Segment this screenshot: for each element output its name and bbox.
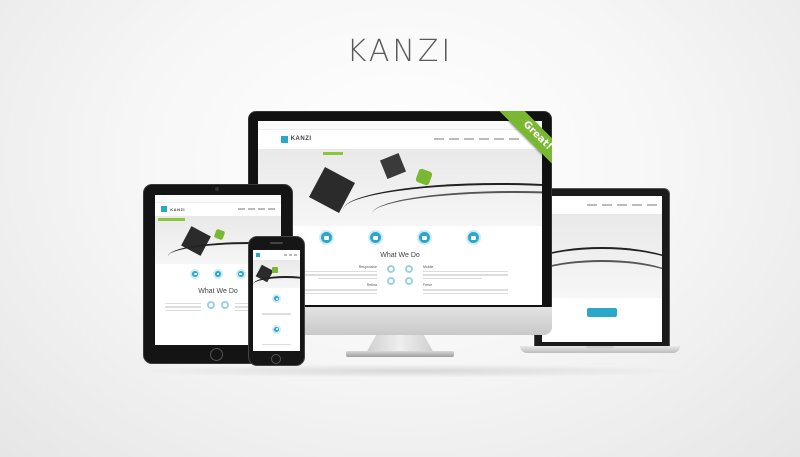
- phone-device: [248, 236, 305, 366]
- feature-icon: [405, 276, 413, 285]
- laptop-notch: [586, 346, 614, 349]
- floor-shadow: [130, 364, 690, 378]
- brand-title: KANZI: [346, 34, 454, 69]
- monitor-foot: [346, 351, 454, 357]
- feature-icon: [417, 230, 433, 246]
- feature-icon: [405, 264, 413, 273]
- feature-icon: [318, 230, 334, 246]
- site-logo-icon: [161, 206, 168, 213]
- corner-ribbon: Great!: [486, 111, 552, 177]
- phone-speaker: [270, 242, 283, 244]
- tablet-camera: [215, 187, 219, 191]
- site-logo-icon: [280, 135, 288, 143]
- tablet-home-button: [210, 348, 223, 361]
- feature-label: Fresh: [423, 283, 432, 288]
- ribbon-label: Great!: [498, 111, 552, 175]
- feature-icon: [466, 230, 482, 246]
- feature-icon: [272, 324, 281, 334]
- laptop-screen: [542, 196, 662, 342]
- feature-icon: [235, 268, 246, 279]
- laptop-feature-badge: [587, 308, 617, 318]
- feature-icon: [387, 276, 395, 285]
- feature-icon: [387, 264, 395, 273]
- feature-icon: [213, 268, 223, 279]
- feature-icon: [207, 300, 215, 309]
- feature-label: Mobile: [423, 264, 434, 269]
- feature-icon: [367, 230, 383, 246]
- phone-screen: [253, 250, 300, 351]
- phone-home-button: [271, 354, 281, 364]
- feature-icon: [272, 294, 281, 304]
- feature-icon: [190, 268, 201, 279]
- feature-icon: [221, 300, 229, 309]
- site-logo-icon: [255, 253, 260, 258]
